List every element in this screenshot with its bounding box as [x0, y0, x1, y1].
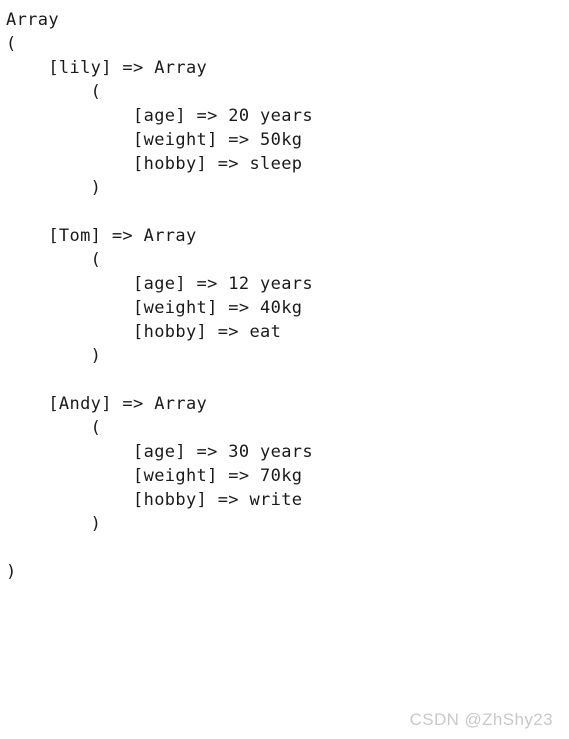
- csdn-watermark: CSDN @ZhShy23: [409, 710, 553, 729]
- print-r-output: Array ( [lily] => Array ( [age] => 20 ye…: [6, 10, 313, 582]
